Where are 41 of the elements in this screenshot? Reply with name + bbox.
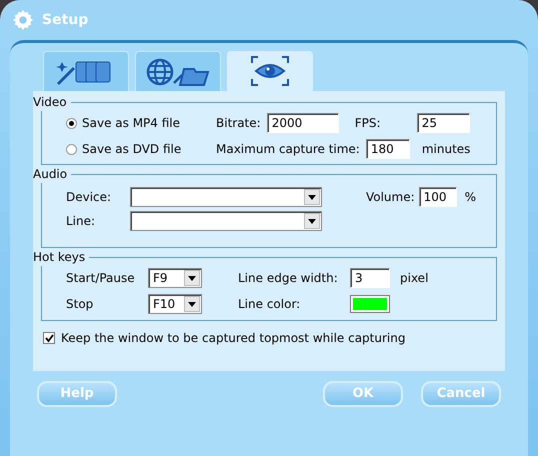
format-radio[interactable]: Save as MP4 file (66, 113, 216, 133)
line-dropdown[interactable] (130, 211, 322, 231)
unit-label: pixel (400, 270, 428, 287)
hotkey-dropdown[interactable]: F9 (148, 268, 202, 288)
topmost-checkbox[interactable]: Keep the window to be captured topmost while capturing (43, 329, 505, 347)
dropdown-caret-icon (188, 302, 196, 306)
field-label: Device: (66, 189, 112, 206)
tab[interactable] (227, 51, 313, 91)
dropdown-caret-icon (188, 276, 196, 280)
field-label: Line: (66, 213, 96, 230)
tab[interactable] (43, 51, 129, 91)
fps-field[interactable]: 25 (416, 113, 470, 133)
group-title: Video (33, 94, 68, 111)
field-label: Line edge width: (238, 270, 339, 287)
dropdown-caret-icon (308, 218, 316, 224)
bitrate-field[interactable]: 2000 (266, 113, 339, 133)
capture-time-field[interactable]: 180 (366, 139, 410, 159)
tab[interactable] (135, 51, 221, 91)
device-dropdown[interactable] (130, 187, 322, 207)
checkmark-icon (44, 334, 54, 342)
color-picker[interactable] (350, 295, 390, 313)
unit-label: % (464, 189, 476, 206)
field-label: Stop (66, 296, 94, 313)
hotkey-dropdown[interactable]: F10 (148, 294, 202, 314)
field-label: Volume: (366, 189, 415, 206)
globe-folder-icon (146, 56, 210, 86)
field-label: FPS: (354, 115, 382, 132)
volume-field[interactable]: 100 (418, 187, 457, 207)
format-radio[interactable]: Save as DVD file (66, 139, 216, 159)
group-title: Audio (33, 166, 68, 183)
group-title: Hot keys (33, 249, 86, 266)
field-label: Maximum capture time: (216, 141, 360, 158)
field-label: Line color: (238, 296, 302, 313)
field-label: Bitrate: (216, 115, 261, 132)
eye-icon (250, 55, 290, 87)
field-label: Start/Pause (66, 270, 136, 287)
line-width-field[interactable]: 3 (350, 268, 390, 288)
dropdown-caret-icon (308, 194, 316, 200)
unit-label: minutes (422, 141, 470, 158)
gear-icon (12, 9, 34, 31)
window-title: Setup (42, 10, 88, 30)
